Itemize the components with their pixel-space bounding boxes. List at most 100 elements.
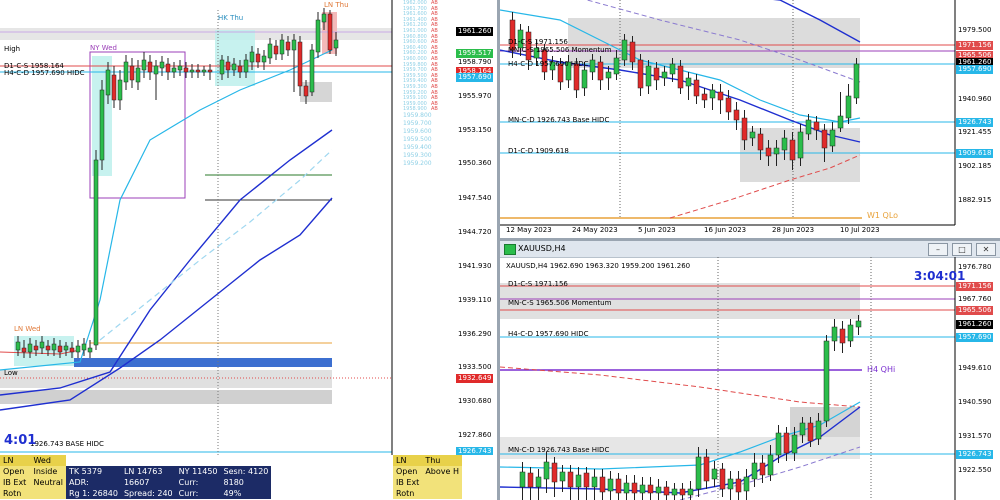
session-left-r1a: Open xyxy=(3,467,25,476)
ab-level-row: 1959.600 xyxy=(403,128,432,135)
price-8: 1909.618 xyxy=(956,149,994,158)
session-left-r3b xyxy=(30,488,66,499)
price-low: 1932.649 xyxy=(456,374,494,383)
date-1: 24 May 2023 xyxy=(572,226,618,234)
left-price-axis[interactable]: 1961.260 1959.517 1958.790 1958.164 1957… xyxy=(456,0,497,456)
price-2: 1967.760 xyxy=(958,295,992,303)
candle-body xyxy=(703,456,710,482)
candle-body xyxy=(837,115,844,129)
d1-cs-label: D1-C-S 1971.156 xyxy=(508,280,568,288)
candle-body xyxy=(583,472,590,488)
stat-curr: Curr: xyxy=(178,478,199,487)
candle-body xyxy=(751,462,758,480)
d1-cd-label: D1-C-D 1909.618 xyxy=(508,147,569,155)
candle-body xyxy=(141,59,147,71)
bottom-right-price-axis[interactable]: 1976.780 1971.156 1967.760 1965.506 1961… xyxy=(956,257,1000,500)
candle-body xyxy=(27,343,33,353)
candle-body xyxy=(255,53,261,63)
candle-body xyxy=(189,69,195,73)
candle-body xyxy=(741,117,748,141)
candle-body xyxy=(855,320,862,328)
session-right-r1b: Above H xyxy=(425,467,459,476)
price-4: 1953.150 xyxy=(458,126,492,134)
bottom-right-chart-canvas xyxy=(500,257,956,500)
price-9: 1939.110 xyxy=(458,296,492,304)
session-right-r2b xyxy=(422,477,462,488)
candle-body xyxy=(87,347,93,353)
date-4: 28 Jun 2023 xyxy=(772,226,815,234)
stat-adr: ADR: xyxy=(69,478,89,487)
left-candles xyxy=(15,8,339,358)
maximize-button[interactable]: □ xyxy=(952,243,972,256)
top-right-chart-pane[interactable]: D1-C-S 1971.156 MN-C-S 1965.506 Momentum… xyxy=(500,0,1000,238)
candle-body xyxy=(823,340,830,422)
candle-body xyxy=(607,478,614,492)
candle-body xyxy=(847,324,854,342)
top-right-time-axis[interactable]: 12 May 2023 24 May 2023 5 Jun 2023 16 Ju… xyxy=(500,225,955,238)
price-8: 1931.570 xyxy=(958,432,992,440)
candle-body xyxy=(685,77,692,87)
w1-qlo-label: W1 QLo xyxy=(867,211,899,220)
stat-rg: Rg 1: 26840 xyxy=(69,489,118,498)
price-13: 1930.680 xyxy=(458,397,492,405)
candle-body xyxy=(599,476,606,493)
candle-body xyxy=(677,65,684,89)
left-chart-pane[interactable]: LN Thu HK Thu NY Wed High D1-C-S 1958.16… xyxy=(0,0,497,500)
candle-body xyxy=(243,59,249,73)
candle-body xyxy=(303,85,309,97)
candle-body xyxy=(105,69,111,96)
candle-body xyxy=(519,471,526,488)
date-3: 16 Jun 2023 xyxy=(704,226,747,234)
stats-table: TK 5379 LN 14763 NY 11450 Sesn: 4120 ADR: 16… xyxy=(66,466,272,499)
price-0: 1979.500 xyxy=(958,26,992,34)
candle-body xyxy=(321,13,327,23)
mn-cd-label: MN-C-D 1926.743 Base HIDC xyxy=(508,446,610,454)
session-left-table: LN Wed Open Inside IB Ext Neutral Rotn xyxy=(0,455,66,499)
candle-body xyxy=(171,67,177,73)
candle-body xyxy=(671,488,678,496)
candle-body xyxy=(647,484,654,494)
candle-body xyxy=(679,488,686,496)
date-2: 5 Jun 2023 xyxy=(638,226,676,234)
bottom-right-chart-window[interactable]: XAUUSD,H4 – □ ✕ XAUUSD,H4 1962.690 1963.… xyxy=(500,241,1000,500)
candle-body xyxy=(15,341,21,351)
candle-body xyxy=(159,61,165,69)
base-hidc-label: 1926.743 BASE HIDC xyxy=(30,440,104,448)
minimize-button[interactable]: – xyxy=(928,243,948,256)
candle-body xyxy=(701,93,708,101)
price-7: 1940.590 xyxy=(958,398,992,406)
candle-body xyxy=(743,476,750,492)
candle-body xyxy=(195,69,201,73)
price-0: 1976.780 xyxy=(958,263,992,271)
candle-body xyxy=(687,488,694,496)
d1-cs-label: D1-C-S 1971.156 xyxy=(508,38,568,46)
h4-cd-label: H4-C-D 1957.690 HIDC xyxy=(508,330,589,338)
price-3: 1965.506 xyxy=(956,306,994,315)
price-6: 1926.743 xyxy=(956,118,994,127)
ohlc-readout: XAUUSD,H4 1962.690 1963.320 1959.200 196… xyxy=(506,262,691,270)
top-right-price-axis[interactable]: 1979.500 1971.156 1965.506 1961.260 1957… xyxy=(956,0,1000,225)
high-label: High xyxy=(4,45,21,53)
candle-body xyxy=(117,79,123,101)
stat-sesn: Sesn: 4120 xyxy=(223,467,269,476)
candle-body xyxy=(57,345,63,353)
h4-cd-label: H4-C-D 1957.690 HIDC xyxy=(4,69,85,77)
candle-body xyxy=(653,67,660,81)
candle-body xyxy=(709,89,716,99)
ln-thu-label: LN Thu xyxy=(324,1,349,9)
ab-level-row: 1959.800 xyxy=(403,112,432,119)
window-title-bar[interactable]: XAUUSD,H4 – □ ✕ xyxy=(500,241,1000,258)
candle-body xyxy=(853,63,860,99)
candle-body xyxy=(807,422,814,442)
gray-band-2 xyxy=(0,390,332,404)
candle-body xyxy=(735,478,742,493)
stat-spread: Spread: 240 xyxy=(123,489,173,498)
session-right-table: LN Thu Open Above H IB Ext Rotn xyxy=(393,455,462,499)
candle-body xyxy=(81,343,87,351)
candle-body xyxy=(21,347,27,353)
ma-cyan xyxy=(0,49,333,371)
candle-body xyxy=(615,478,622,494)
price-5: 1957.690 xyxy=(956,333,994,342)
gray-zone-top xyxy=(568,18,860,68)
close-button[interactable]: ✕ xyxy=(976,243,996,256)
